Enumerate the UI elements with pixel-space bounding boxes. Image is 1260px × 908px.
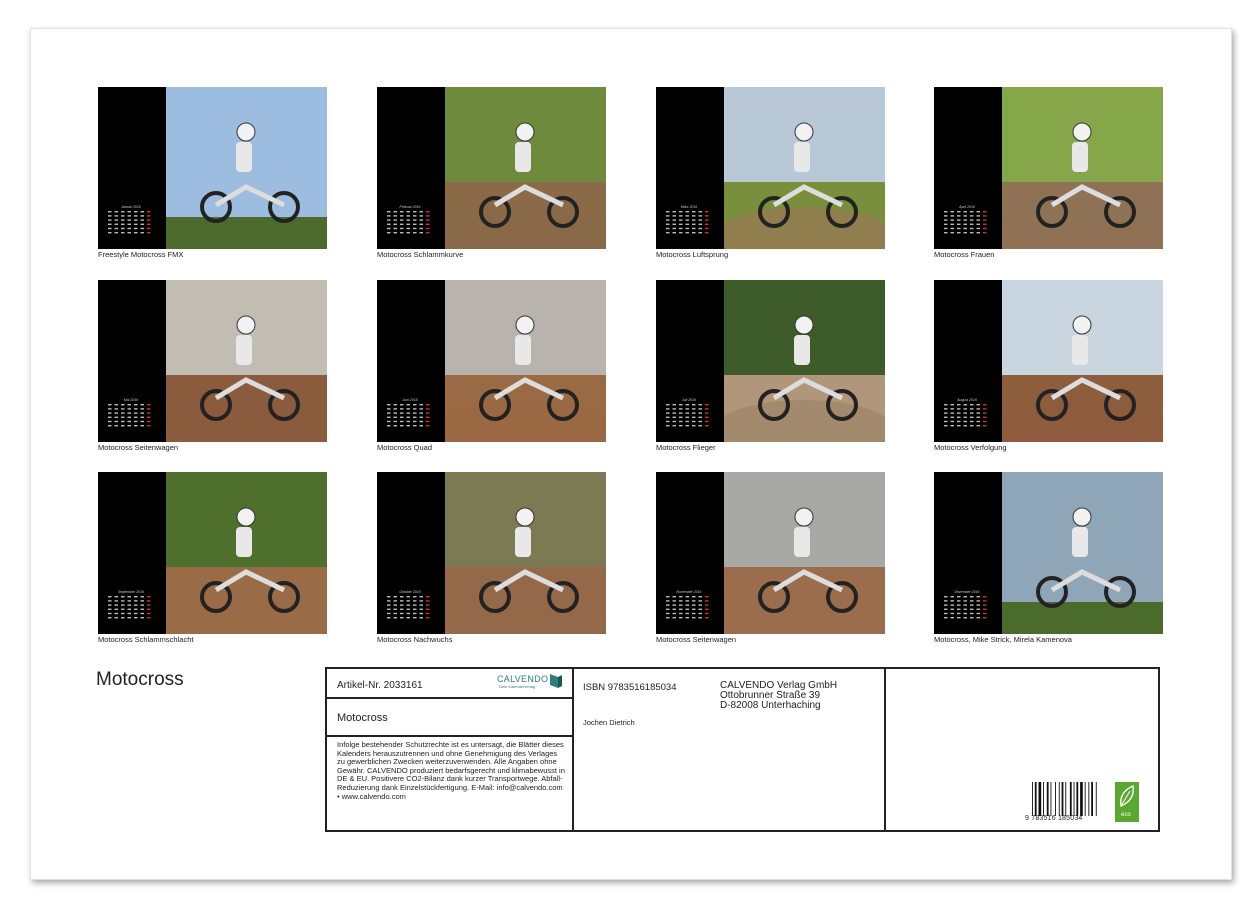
motocross-photo	[166, 472, 327, 634]
mini-calendar-month: Oktober 2016	[399, 590, 421, 594]
isbn: ISBN 9783516185034	[583, 682, 677, 693]
month-caption: Freestyle Motocross FMX	[98, 250, 184, 259]
mini-calendar: September 2016	[108, 590, 154, 627]
mini-calendar-days	[944, 404, 987, 427]
mini-calendar-days	[944, 596, 987, 619]
mini-calendar-month: Januar 2016	[121, 205, 141, 209]
mini-calendar: Oktober 2016	[387, 590, 433, 627]
month-caption: Motocross Luftsprung	[656, 250, 729, 259]
motocross-photo	[166, 87, 327, 249]
eco-badge: eco	[1115, 782, 1139, 822]
mini-calendar: Juli 2016	[666, 398, 712, 435]
article-row: Artikel-Nr. 2033161 CALVENDO Dein Kalend…	[327, 669, 572, 699]
mini-calendar: März 2016	[666, 205, 712, 242]
mini-calendar: Dezember 2016	[944, 590, 990, 627]
mini-calendar-days	[387, 596, 430, 619]
mini-calendar-days	[387, 404, 430, 427]
motocross-photo	[724, 472, 885, 634]
info-column-middle: ISBN 9783516185034 Jochen Dietrich CALVE…	[574, 669, 886, 830]
title-row: Motocross	[327, 699, 572, 737]
legal-text: Infolge bestehender Schutzrechte ist es …	[337, 740, 565, 801]
month-caption: Motocross, Mike Strick, Mirela Kamenova	[934, 635, 1072, 644]
mini-calendar-month: Februar 2016	[399, 205, 421, 209]
mini-calendar: August 2016	[944, 398, 990, 435]
mini-calendar: November 2016	[666, 590, 712, 627]
month-tile: Dezember 2016	[934, 472, 1163, 634]
barcode	[1032, 782, 1097, 816]
month-tile: August 2016	[934, 280, 1163, 442]
motocross-photo	[724, 87, 885, 249]
mini-calendar-days	[666, 596, 709, 619]
mini-calendar-month: September 2016	[118, 590, 144, 594]
calvendo-logo: CALVENDO	[497, 674, 549, 684]
motocross-photo	[1002, 472, 1163, 634]
mini-calendar-days	[666, 211, 709, 234]
month-tile: Februar 2016	[377, 87, 606, 249]
month-tile: September 2016	[98, 472, 327, 634]
mini-calendar-month: August 2016	[957, 398, 977, 402]
mini-calendar-days	[944, 211, 987, 234]
month-tile: März 2016	[656, 87, 885, 249]
month-caption: Motocross Seitenwagen	[98, 443, 179, 452]
publisher-city: D-82008 Unterhaching	[720, 700, 821, 711]
info-box: Artikel-Nr. 2033161 CALVENDO Dein Kalend…	[325, 667, 1160, 832]
mini-calendar: April 2016	[944, 205, 990, 242]
mini-calendar-month: März 2016	[680, 205, 698, 209]
mini-calendar: Juni 2016	[387, 398, 433, 435]
barcode-number: 9 783516 185034	[1025, 815, 1083, 822]
mini-calendar-month: Mai 2016	[123, 398, 139, 402]
month-caption: Motocross Seitenwagen	[656, 635, 737, 644]
mini-calendar-days	[108, 404, 151, 427]
month-caption: Motocross Frauen	[934, 250, 995, 259]
month-tile: Mai 2016	[98, 280, 327, 442]
month-tile: November 2016	[656, 472, 885, 634]
motocross-photo	[445, 280, 606, 442]
mini-calendar: Januar 2016	[108, 205, 154, 242]
month-tile: Januar 2016	[98, 87, 327, 249]
motocross-photo	[166, 280, 327, 442]
eco-label: eco	[1121, 812, 1131, 818]
motocross-photo	[445, 87, 606, 249]
month-caption: Motocross Quad	[377, 443, 433, 452]
product-title: Motocross	[337, 712, 388, 724]
calvendo-logo-icon	[550, 674, 562, 688]
info-column-left: Artikel-Nr. 2033161 CALVENDO Dein Kalend…	[327, 669, 574, 830]
month-caption: Motocross Nachwuchs	[377, 635, 453, 644]
mini-calendar: Mai 2016	[108, 398, 154, 435]
mini-calendar-month: November 2016	[676, 590, 702, 594]
mini-calendar-days	[666, 404, 709, 427]
mini-calendar-month: Juni 2016	[402, 398, 418, 402]
author: Jochen Dietrich	[583, 718, 635, 727]
leaf-icon	[1120, 784, 1134, 808]
motocross-photo	[445, 472, 606, 634]
month-tile: Juli 2016	[656, 280, 885, 442]
mini-calendar-month: Juli 2016	[681, 398, 696, 402]
month-tile: April 2016	[934, 87, 1163, 249]
calendar-title: Motocross	[96, 669, 184, 690]
month-tile: Oktober 2016	[377, 472, 606, 634]
month-caption: Motocross Schlammschlacht	[98, 635, 194, 644]
month-tile: Juni 2016	[377, 280, 606, 442]
mini-calendar: Februar 2016	[387, 205, 433, 242]
motocross-photo	[1002, 280, 1163, 442]
mini-calendar-days	[108, 596, 151, 619]
month-caption: Motocross Flieger	[656, 443, 716, 452]
mini-calendar-month: April 2016	[959, 205, 975, 209]
motocross-photo	[724, 280, 885, 442]
calvendo-tagline: Dein Kalenderverlag	[499, 684, 536, 689]
mini-calendar-days	[387, 211, 430, 234]
mini-calendar-days	[108, 211, 151, 234]
month-caption: Motocross Schlammkurve	[377, 250, 464, 259]
motocross-photo	[1002, 87, 1163, 249]
mini-calendar-month: Dezember 2016	[954, 590, 980, 594]
article-number: Artikel-Nr. 2033161	[337, 680, 423, 691]
month-caption: Motocross Verfolgung	[934, 443, 1007, 452]
